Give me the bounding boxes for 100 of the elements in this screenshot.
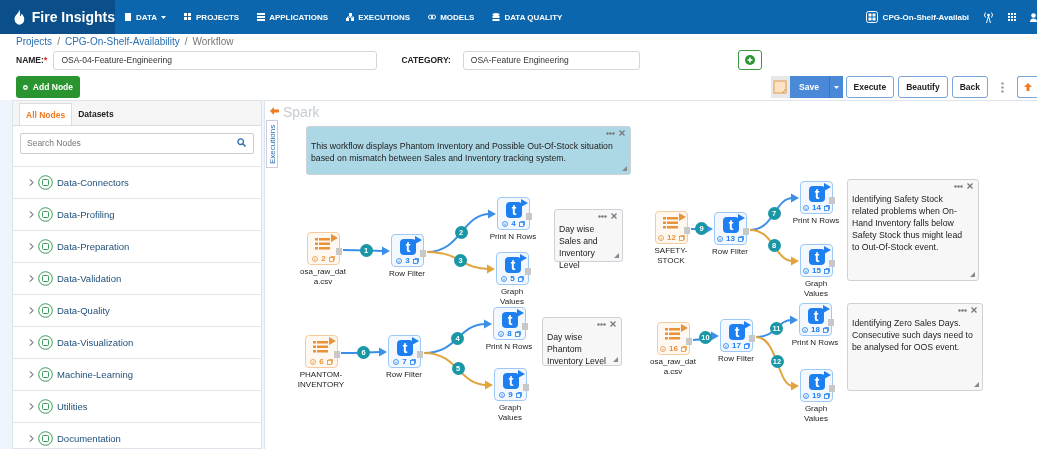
nav-menu-item[interactable]: DATA <box>115 0 176 34</box>
breadcrumb-link[interactable]: CPG-On-Shelf-Availability <box>64 35 180 47</box>
play-icon[interactable] <box>824 183 831 191</box>
apps-grid-icon[interactable] <box>1008 13 1016 21</box>
copy-icon[interactable] <box>515 391 522 398</box>
more-icon[interactable] <box>954 184 963 188</box>
workflow-node[interactable]: t 17 <box>720 319 753 352</box>
info-icon[interactable] <box>803 392 810 399</box>
copy-icon[interactable] <box>409 358 416 365</box>
user-icon[interactable] <box>1030 12 1037 22</box>
add-category-button[interactable] <box>737 50 762 70</box>
more-icon[interactable] <box>958 308 967 312</box>
info-icon[interactable] <box>312 255 319 262</box>
nav-menu-item[interactable]: PROJECTS <box>175 0 249 34</box>
category-item[interactable]: Documentation <box>13 423 261 448</box>
info-icon[interactable] <box>658 234 665 241</box>
category-item[interactable]: Data-Validation <box>13 263 261 295</box>
name-field[interactable]: OSA-04-Feature-Engineering <box>53 50 378 70</box>
play-icon[interactable] <box>824 246 831 254</box>
workflow-node[interactable]: t 13 <box>714 212 747 245</box>
scroll-up-button[interactable] <box>1017 76 1037 98</box>
play-icon[interactable] <box>738 214 745 222</box>
play-icon[interactable] <box>412 337 419 345</box>
play-icon[interactable] <box>415 236 422 244</box>
info-icon[interactable] <box>396 257 403 264</box>
toolbar-button[interactable]: Back <box>951 76 988 98</box>
play-icon[interactable] <box>744 321 751 329</box>
play-icon[interactable] <box>329 337 336 345</box>
play-icon[interactable] <box>331 234 338 242</box>
info-icon[interactable] <box>660 345 667 352</box>
workflow-node[interactable]: t 4 <box>497 197 530 230</box>
workflow-node[interactable]: t 5 <box>496 252 529 285</box>
copy-icon[interactable] <box>518 220 525 227</box>
nav-menu-item[interactable]: DATA QUALITY <box>483 0 572 34</box>
search-field[interactable]: Search Nodes <box>20 132 254 154</box>
info-icon[interactable] <box>803 204 810 211</box>
arrow-left-icon[interactable] <box>270 107 279 115</box>
sticky-note-button[interactable] <box>770 76 790 98</box>
play-icon[interactable] <box>517 309 524 317</box>
executions-tab[interactable]: Executions <box>266 120 278 168</box>
resize-handle-icon[interactable] <box>974 382 979 387</box>
close-icon[interactable] <box>971 307 977 313</box>
play-icon[interactable] <box>823 305 830 313</box>
nav-menu-item[interactable]: EXECUTIONS <box>337 0 420 34</box>
toolbar-button[interactable]: Beautify <box>898 76 948 98</box>
workflow-node[interactable]: t 3 <box>391 234 424 267</box>
copy-icon[interactable] <box>823 392 830 399</box>
workflow-node[interactable]: t 19 <box>800 369 833 402</box>
more-icon[interactable] <box>606 131 615 135</box>
workflow-node[interactable]: t 8 <box>493 307 526 340</box>
resize-handle-icon[interactable] <box>614 253 619 258</box>
nav-menu-item[interactable]: MODELS <box>419 0 484 34</box>
toolbar-button[interactable]: Execute <box>845 76 895 98</box>
copy-icon[interactable] <box>517 275 524 282</box>
category-field[interactable]: OSA-Feature Engineering <box>462 50 640 70</box>
copy-icon[interactable] <box>678 234 685 241</box>
close-icon[interactable] <box>611 213 617 219</box>
info-icon[interactable] <box>717 235 724 242</box>
resize-handle-icon[interactable] <box>613 357 618 362</box>
info-icon[interactable] <box>499 391 506 398</box>
more-icon[interactable] <box>598 214 607 218</box>
workflow-node[interactable]: t 14 <box>800 181 833 214</box>
workflow-node[interactable]: t 9 <box>494 368 527 401</box>
breadcrumb-link[interactable]: Projects <box>16 35 53 47</box>
play-icon[interactable] <box>679 213 686 221</box>
category-item[interactable]: Utilities <box>13 391 261 423</box>
copy-icon[interactable] <box>822 326 829 333</box>
sidebar-tab[interactable]: Datasets <box>72 103 120 125</box>
copy-icon[interactable] <box>514 330 521 337</box>
category-item[interactable]: Machine-Learning <box>13 359 261 391</box>
play-icon[interactable] <box>520 254 527 262</box>
info-icon[interactable] <box>393 358 400 365</box>
info-icon[interactable] <box>802 326 809 333</box>
play-icon[interactable] <box>681 324 688 332</box>
resize-handle-icon[interactable] <box>970 272 975 277</box>
close-icon[interactable] <box>967 183 973 189</box>
copy-icon[interactable] <box>328 255 335 262</box>
category-item[interactable]: Data-Visualization <box>13 327 261 359</box>
info-icon[interactable] <box>501 275 508 282</box>
category-item[interactable]: Data-Connectors <box>13 167 261 199</box>
copy-icon[interactable] <box>823 267 830 274</box>
info-icon[interactable] <box>803 267 810 274</box>
info-icon[interactable] <box>723 342 730 349</box>
project-selector[interactable]: CPG-On-Shelf-Availabi <box>865 11 969 23</box>
category-item[interactable]: Data-Quality <box>13 295 261 327</box>
more-icon[interactable] <box>597 322 606 326</box>
workflow-node[interactable]: t 18 <box>799 303 832 336</box>
copy-icon[interactable] <box>823 204 830 211</box>
add-node-button[interactable]: Add Node <box>16 76 80 98</box>
close-icon[interactable] <box>610 321 616 327</box>
workflow-node[interactable]: t 15 <box>800 244 833 277</box>
resize-handle-icon[interactable] <box>622 166 627 171</box>
play-icon[interactable] <box>518 370 525 378</box>
copy-icon[interactable] <box>743 342 750 349</box>
play-icon[interactable] <box>824 371 831 379</box>
copy-icon[interactable] <box>412 257 419 264</box>
copy-icon[interactable] <box>737 235 744 242</box>
copy-icon[interactable] <box>326 358 333 365</box>
search-icon[interactable] <box>237 138 246 147</box>
nav-menu-item[interactable]: APPLICATIONS <box>248 0 338 34</box>
